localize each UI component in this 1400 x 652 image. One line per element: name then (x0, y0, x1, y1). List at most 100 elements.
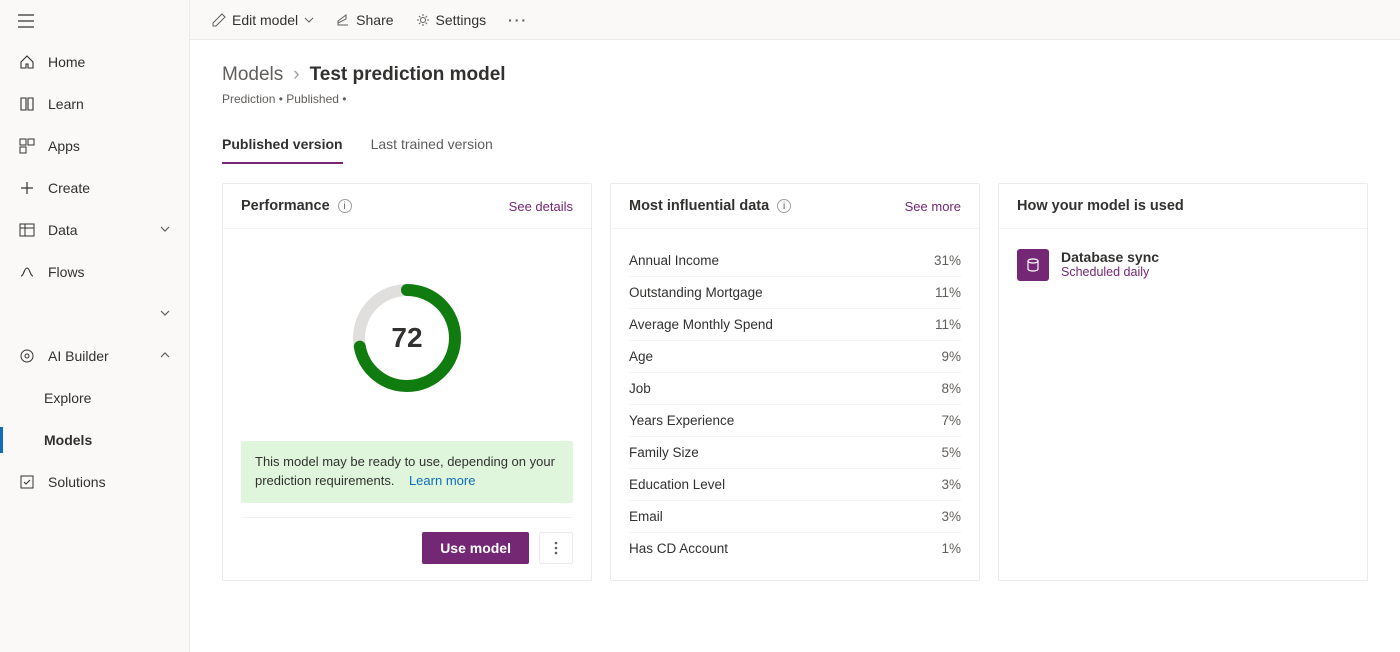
share-icon (336, 13, 350, 27)
influential-row: Family Size 5% (629, 437, 961, 469)
influential-row-pct: 7% (941, 413, 961, 428)
influential-list: Annual Income31%Outstanding Mortgage11%A… (629, 245, 961, 564)
sidebar-item-label: Solutions (48, 474, 106, 490)
influential-row-name: Outstanding Mortgage (629, 285, 763, 300)
influential-row: Email 3% (629, 501, 961, 533)
performance-gauge: 72 (241, 245, 573, 441)
info-icon[interactable]: i (338, 199, 352, 213)
settings-button[interactable]: Settings (414, 8, 489, 32)
influential-row-name: Annual Income (629, 253, 719, 268)
sidebar-item-home[interactable]: Home (0, 41, 189, 83)
see-details-link[interactable]: See details (509, 199, 573, 214)
influential-row: Age 9% (629, 341, 961, 373)
apps-icon (18, 137, 36, 155)
influential-row: Outstanding Mortgage 11% (629, 277, 961, 309)
sidebar-item-label: Apps (48, 138, 80, 154)
influential-row-pct: 1% (941, 541, 961, 556)
influential-row-name: Average Monthly Spend (629, 317, 773, 332)
tabs: Published version Last trained version (222, 128, 1368, 165)
sidebar-item-label: Flows (48, 264, 85, 280)
model-meta: Prediction • Published • (222, 92, 1368, 106)
influential-row-pct: 11% (935, 317, 961, 332)
influential-row-name: Years Experience (629, 413, 734, 428)
influential-row-pct: 3% (941, 477, 961, 492)
breadcrumb-root[interactable]: Models (222, 64, 283, 86)
sidebar-item-explore[interactable]: Explore (0, 377, 189, 419)
influential-row-name: Education Level (629, 477, 725, 492)
kebab-icon (554, 541, 558, 555)
chevron-right-icon: › (293, 64, 299, 86)
influential-row-pct: 5% (941, 445, 961, 460)
performance-notice: This model may be ready to use, dependin… (241, 441, 573, 503)
sidebar-item-learn[interactable]: Learn (0, 83, 189, 125)
sidebar-item-label: Learn (48, 96, 84, 112)
usage-title: How your model is used (1017, 198, 1184, 214)
influential-row-pct: 31% (934, 253, 961, 268)
sidebar-item-label: AI Builder (48, 348, 109, 364)
influential-row: Job 8% (629, 373, 961, 405)
flow-icon (18, 263, 36, 281)
see-more-link[interactable]: See more (905, 199, 961, 214)
usage-card: How your model is used Database sync Sch… (998, 183, 1368, 581)
sidebar-item-create[interactable]: Create (0, 167, 189, 209)
table-icon (18, 221, 36, 239)
sidebar-item-ai-builder[interactable]: AI Builder (0, 335, 189, 377)
edit-model-button[interactable]: Edit model (210, 8, 316, 32)
learn-more-link[interactable]: Learn more (409, 473, 475, 488)
sidebar-item-solutions[interactable]: Solutions (0, 461, 189, 503)
influential-row: Average Monthly Spend 11% (629, 309, 961, 341)
sidebar-item-data[interactable]: Data (0, 209, 189, 251)
usage-item-title: Database sync (1061, 249, 1159, 265)
page-title: Test prediction model (310, 64, 506, 86)
pencil-icon (212, 13, 226, 27)
performance-score: 72 (347, 278, 467, 398)
influential-row-name: Email (629, 509, 663, 524)
influential-row: Has CD Account 1% (629, 533, 961, 564)
usage-item[interactable]: Database sync Scheduled daily (1017, 245, 1349, 281)
influential-data-card: Most influential data i See more Annual … (610, 183, 980, 581)
influential-row-pct: 9% (941, 349, 961, 364)
usage-item-subtitle: Scheduled daily (1061, 265, 1159, 279)
main-content: Edit model Share Settings ··· Models › T… (190, 0, 1400, 652)
performance-card: Performance i See details (222, 183, 592, 581)
more-actions-button[interactable]: ··· (506, 8, 530, 32)
chevron-down-icon (304, 15, 314, 25)
influential-row-pct: 8% (941, 381, 961, 396)
influential-row-name: Age (629, 349, 653, 364)
sidebar-item-flows[interactable]: Flows (0, 251, 189, 293)
influential-row: Education Level 3% (629, 469, 961, 501)
hamburger-icon (18, 14, 34, 28)
more-options-button[interactable] (539, 532, 573, 564)
chevron-down-icon (159, 306, 171, 322)
book-icon (18, 95, 36, 113)
influential-row-name: Family Size (629, 445, 699, 460)
use-model-button[interactable]: Use model (422, 532, 529, 564)
chevron-down-icon (159, 222, 171, 238)
plus-icon (18, 179, 36, 197)
influential-row-pct: 3% (941, 509, 961, 524)
hamburger-menu[interactable] (0, 0, 189, 41)
tab-last-trained[interactable]: Last trained version (371, 128, 493, 164)
influential-title: Most influential data (629, 198, 769, 214)
breadcrumb: Models › Test prediction model (222, 64, 1368, 86)
chevron-up-icon (159, 348, 171, 364)
sidebar-item-apps[interactable]: Apps (0, 125, 189, 167)
sidebar-item-label: Create (48, 180, 90, 196)
performance-title: Performance (241, 198, 330, 214)
solutions-icon (18, 473, 36, 491)
influential-row: Years Experience 7% (629, 405, 961, 437)
sidebar-collapse[interactable] (0, 293, 189, 335)
tab-published[interactable]: Published version (222, 128, 343, 164)
info-icon[interactable]: i (777, 199, 791, 213)
influential-row-name: Has CD Account (629, 541, 728, 556)
home-icon (18, 53, 36, 71)
sidebar-item-models[interactable]: Models (0, 419, 189, 461)
toolbar: Edit model Share Settings ··· (190, 0, 1400, 40)
database-icon (1017, 249, 1049, 281)
influential-row-name: Job (629, 381, 651, 396)
sidebar-item-label: Data (48, 222, 78, 238)
influential-row: Annual Income 31% (629, 245, 961, 277)
influential-row-pct: 11% (935, 285, 961, 300)
sidebar: Home Learn Apps Create Data Flows (0, 0, 190, 652)
share-button[interactable]: Share (334, 8, 395, 32)
